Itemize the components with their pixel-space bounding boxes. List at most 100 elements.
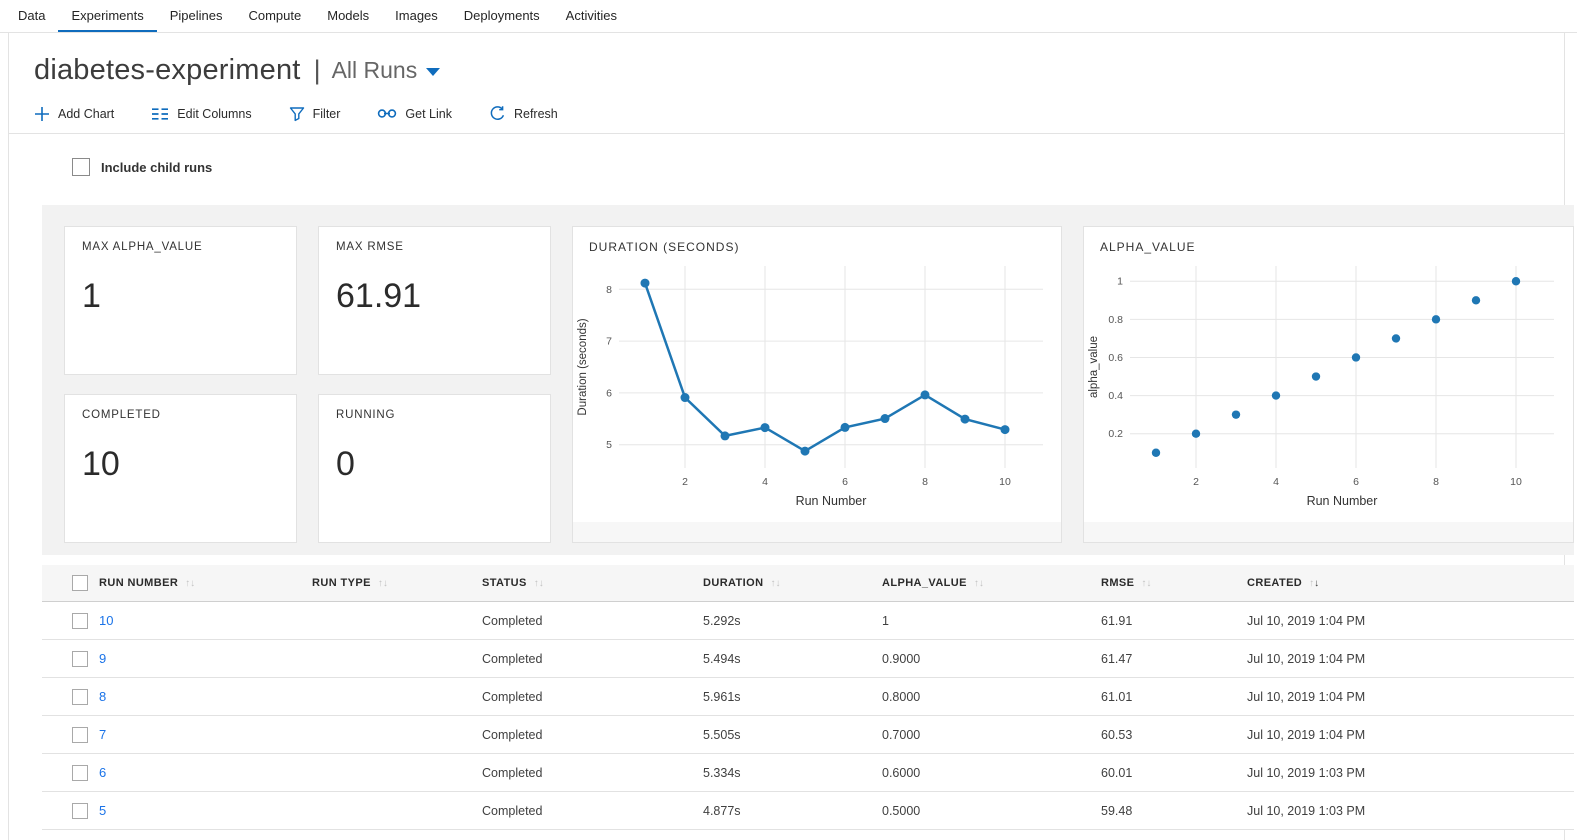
cell-status: Completed [482,652,703,666]
metric-card-max-alpha-value: MAX ALPHA_VALUE 1 [64,226,297,375]
data-point[interactable] [721,431,730,440]
run-number-link[interactable]: 6 [99,765,106,780]
cell-rmse: 59.48 [1101,804,1247,818]
cell-alpha_value: 1 [882,614,1101,628]
data-point[interactable] [1472,296,1480,304]
column-header-rmse[interactable]: RMSE↑↓ [1101,577,1247,589]
title-separator: | [314,50,321,90]
nav-item-models[interactable]: Models [314,0,382,32]
data-point[interactable] [1432,315,1440,323]
row-select-checkbox[interactable] [72,727,88,743]
cell-status: Completed [482,804,703,818]
data-point[interactable] [841,423,850,432]
column-label: RUN NUMBER [99,577,178,589]
metric-value: 1 [82,277,279,316]
column-header-status[interactable]: STATUS↑↓ [482,577,703,589]
column-label: ALPHA_VALUE [882,577,967,589]
duration-seconds-chart[interactable]: 2468105678Run NumberDuration (seconds) [573,258,1059,512]
data-point[interactable] [921,390,930,399]
run-number-link[interactable]: 7 [99,727,106,742]
row-select-checkbox[interactable] [72,765,88,781]
select-all-checkbox[interactable] [72,575,88,591]
data-point[interactable] [801,447,810,456]
cell-duration: 5.505s [703,728,882,742]
column-header-run_type[interactable]: RUN TYPE↑↓ [312,577,482,589]
data-point[interactable] [1392,334,1400,342]
chart-footer [1084,522,1573,542]
row-select-checkbox[interactable] [72,651,88,667]
run-number-link[interactable]: 10 [99,613,113,628]
nav-item-deployments[interactable]: Deployments [451,0,553,32]
view-selector-label[interactable]: All Runs [332,50,418,90]
cell-alpha_value: 0.6000 [882,766,1101,780]
column-header-duration[interactable]: DURATION↑↓ [703,577,882,589]
refresh-button[interactable]: Refresh [489,105,558,122]
add-chart-button[interactable]: Add Chart [34,105,114,122]
filter-icon [289,106,305,122]
data-point[interactable] [641,279,650,288]
row-select-checkbox[interactable] [72,803,88,819]
data-point[interactable] [681,393,690,402]
nav-item-experiments[interactable]: Experiments [58,0,156,32]
row-select-checkbox[interactable] [72,689,88,705]
sort-desc-icon: ↓ [190,578,195,589]
title-row: diabetes-experiment | All Runs [34,50,1564,90]
nav-item-pipelines[interactable]: Pipelines [157,0,236,32]
cell-rmse: 61.01 [1101,690,1247,704]
cell-run_number: 7 [99,727,312,742]
data-point[interactable] [881,414,890,423]
page-container: diabetes-experiment | All Runs Add Chart… [8,33,1565,840]
data-point[interactable] [761,423,770,432]
filter-button[interactable]: Filter [289,105,341,122]
page-header: diabetes-experiment | All Runs Add Chart… [9,33,1564,134]
cell-status: Completed [482,614,703,628]
nav-item-compute[interactable]: Compute [235,0,314,32]
chart-title: DURATION (SECONDS) [573,227,1061,258]
select-all-cell [72,575,99,591]
y-axis-label: Duration (seconds) [577,318,589,415]
cell-status: Completed [482,690,703,704]
y-tick-label: 1 [1117,276,1123,288]
row-select-checkbox[interactable] [72,613,88,629]
metric-label: MAX RMSE [336,241,533,253]
row-select-cell [72,651,99,667]
column-header-created[interactable]: CREATED↑↓ [1247,577,1574,589]
column-header-run_number[interactable]: RUN NUMBER↑↓ [99,577,312,589]
y-tick-label: 8 [606,284,612,296]
sort-icons: ↑↓ [534,578,544,589]
data-point[interactable] [1152,449,1160,457]
y-tick-label: 7 [606,336,612,348]
nav-item-data[interactable]: Data [5,0,58,32]
column-label: RUN TYPE [312,577,371,589]
runs-table: RUN NUMBER↑↓RUN TYPE↑↓STATUS↑↓DURATION↑↓… [42,565,1574,830]
data-point[interactable] [1192,429,1200,437]
get-link-button[interactable]: Get Link [377,105,452,122]
data-point[interactable] [1512,277,1520,285]
nav-item-activities[interactable]: Activities [553,0,630,32]
include-child-runs-checkbox[interactable] [72,158,90,176]
column-label: CREATED [1247,577,1302,589]
run-number-link[interactable]: 8 [99,689,106,704]
row-select-cell [72,727,99,743]
data-point[interactable] [1232,410,1240,418]
edit-columns-button[interactable]: Edit Columns [151,105,251,122]
nav-item-images[interactable]: Images [382,0,451,32]
row-select-cell [72,613,99,629]
metric-value: 61.91 [336,277,533,316]
tool-button-label: Edit Columns [177,107,251,121]
data-point[interactable] [1001,425,1010,434]
data-point[interactable] [1312,372,1320,380]
run-number-link[interactable]: 5 [99,803,106,818]
x-axis-label: Run Number [796,494,867,508]
cell-duration: 5.494s [703,652,882,666]
y-tick-label: 6 [606,387,612,399]
data-point[interactable] [961,415,970,424]
column-header-alpha_value[interactable]: ALPHA_VALUE↑↓ [882,577,1101,589]
row-select-cell [72,765,99,781]
alpha-value-chart[interactable]: 2468100.20.40.60.81Run Numberalpha_value [1084,258,1570,512]
run-number-link[interactable]: 9 [99,651,106,666]
data-point[interactable] [1352,353,1360,361]
data-point[interactable] [1272,391,1280,399]
caret-down-icon[interactable] [426,68,440,76]
table-row-run-7: 7Completed5.505s0.700060.53Jul 10, 2019 … [42,716,1574,754]
